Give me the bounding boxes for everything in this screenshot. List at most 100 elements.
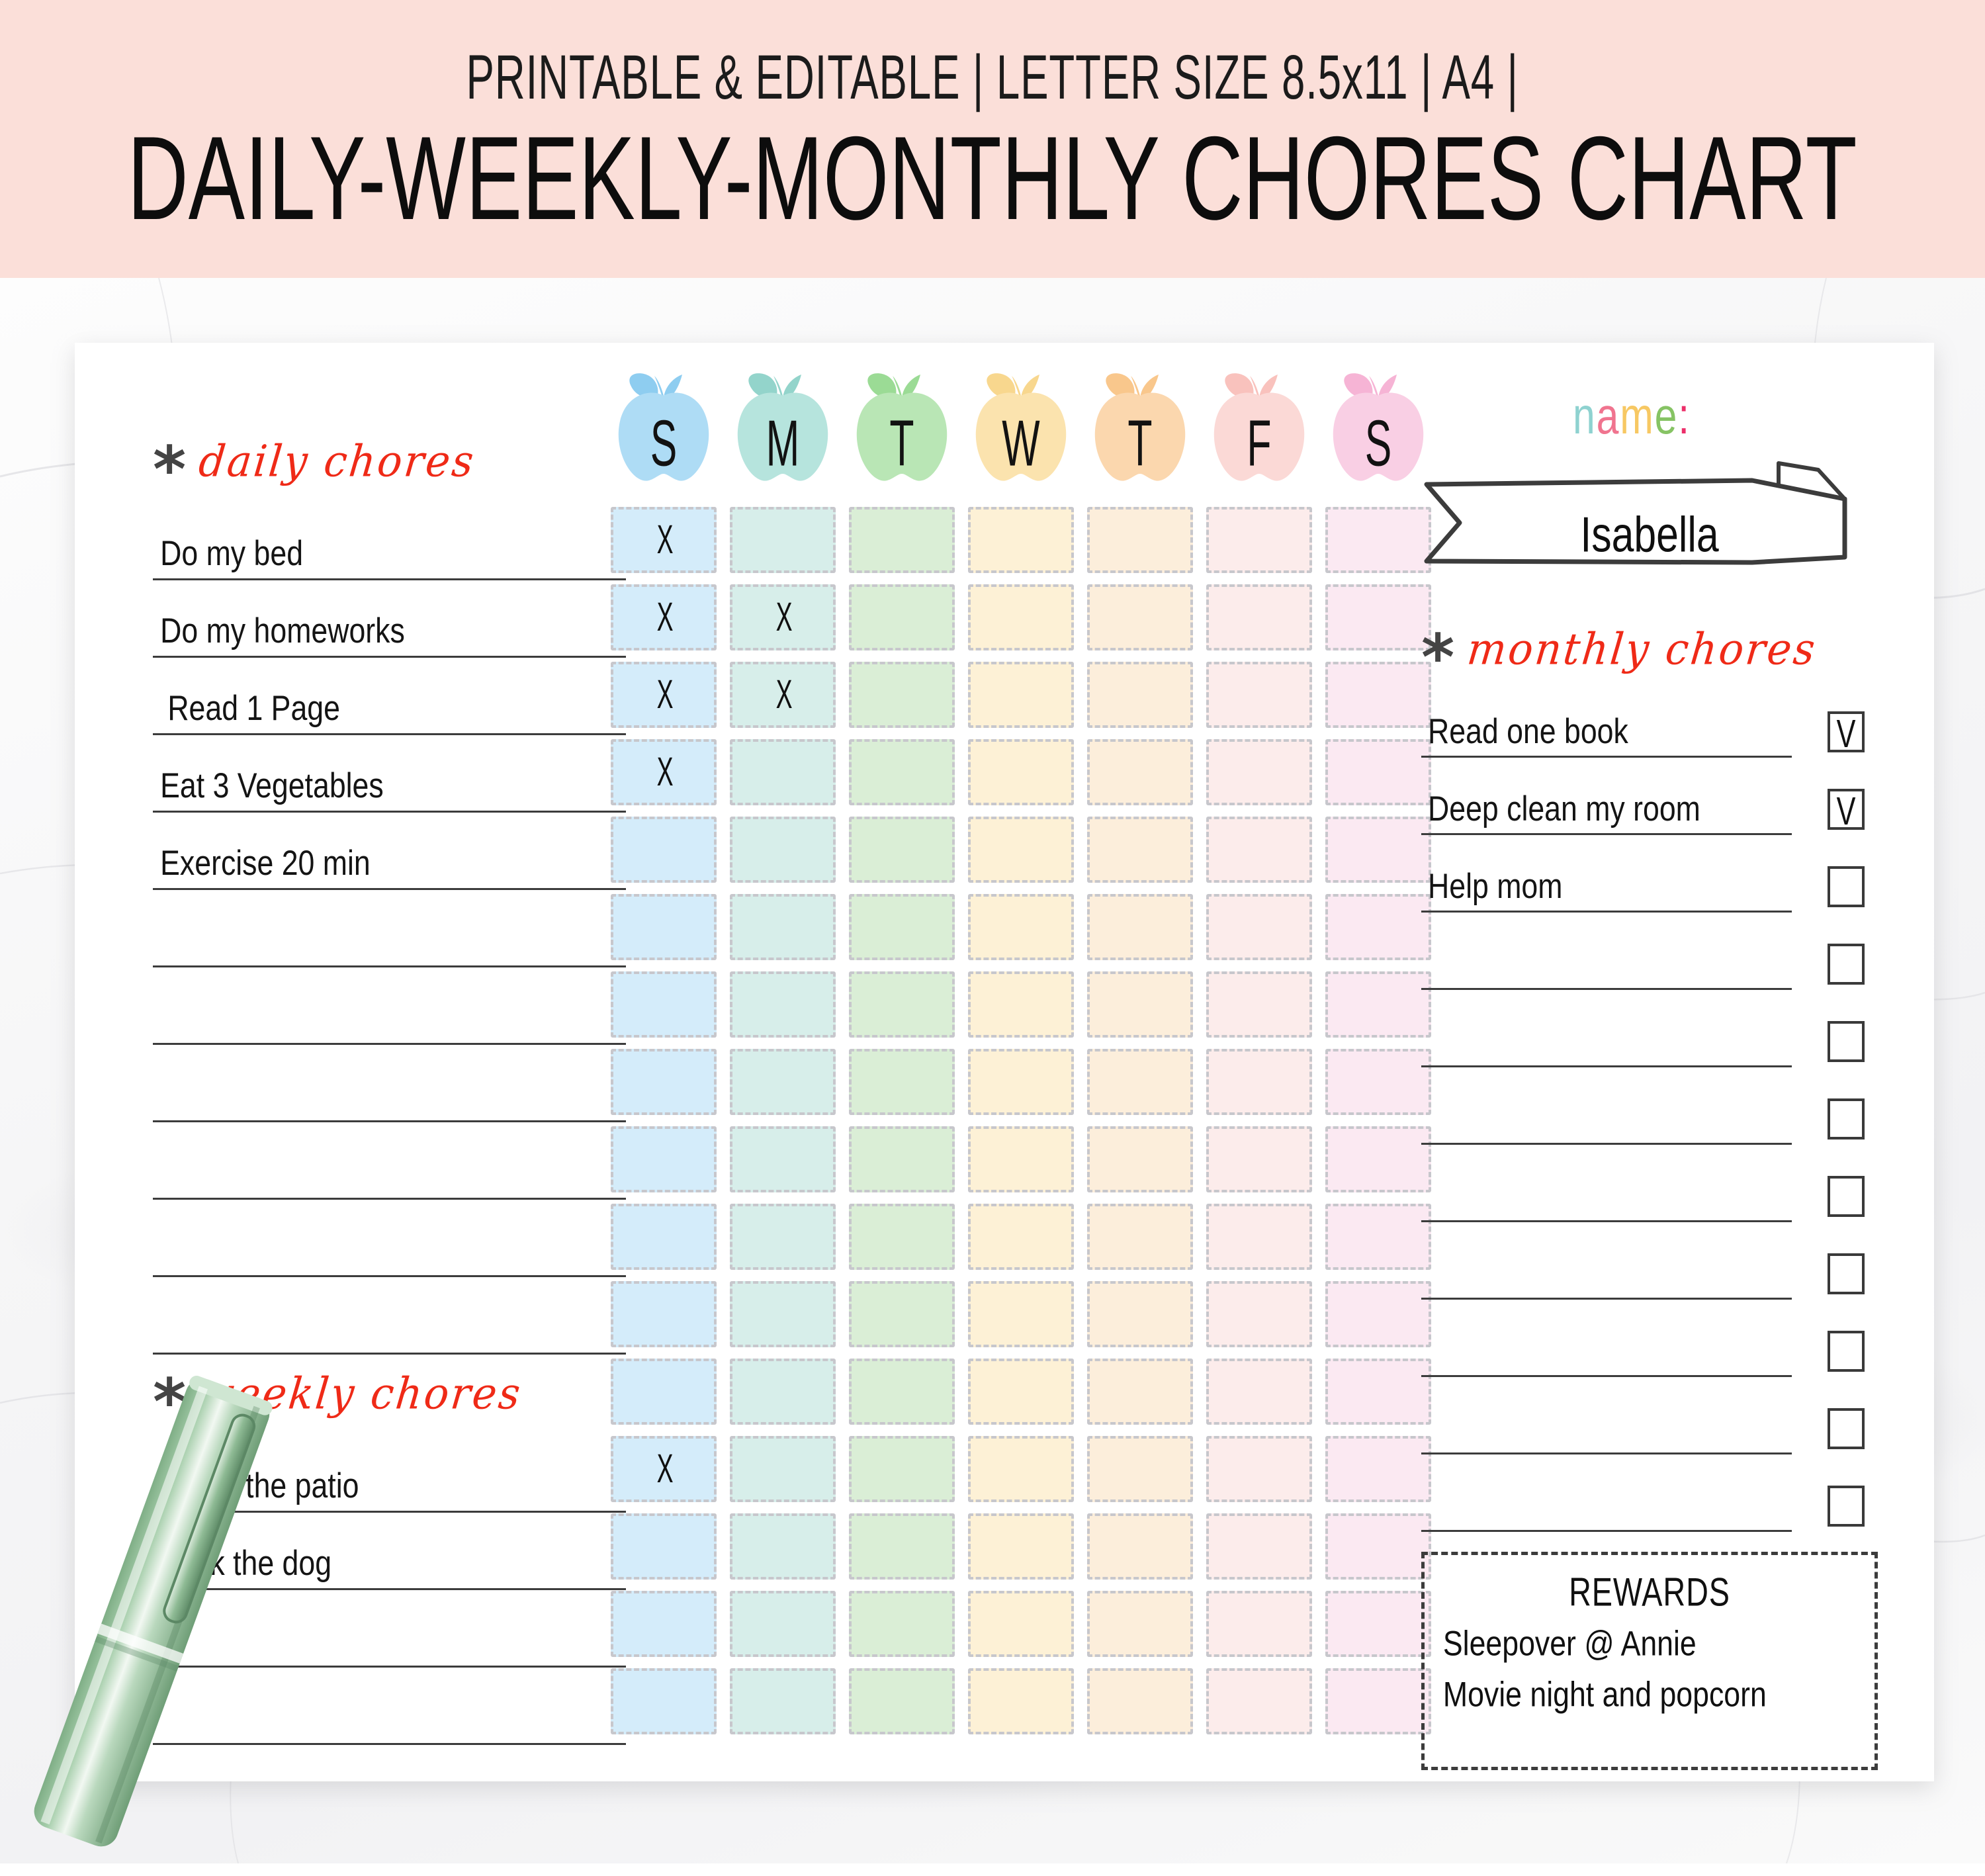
monthly-chore-row[interactable] (1421, 1222, 1891, 1300)
grid-cell-r9-c3[interactable] (849, 1126, 955, 1192)
grid-cell-r2-c2[interactable]: X (730, 584, 836, 650)
grid-cell-r13-c5[interactable] (1087, 1436, 1193, 1502)
daily-chore-row[interactable] (153, 1045, 626, 1122)
grid-cell-r7-c7[interactable] (1325, 971, 1431, 1038)
grid-cell-r15-c1[interactable] (611, 1591, 717, 1657)
grid-cell-r16-c5[interactable] (1087, 1668, 1193, 1734)
monthly-chore-line[interactable] (1421, 913, 1792, 990)
grid-cell-r2-c7[interactable] (1325, 584, 1431, 650)
reward-line[interactable]: Sleepover @ Annie (1425, 1624, 1843, 1664)
grid-cell-r13-c6[interactable] (1206, 1436, 1312, 1502)
monthly-chore-line[interactable]: Help mom (1421, 835, 1792, 913)
grid-cell-r11-c2[interactable] (730, 1281, 836, 1347)
monthly-chore-checkbox[interactable] (1828, 1331, 1865, 1372)
grid-cell-r1-c2[interactable] (730, 507, 836, 573)
grid-cell-r2-c4[interactable] (968, 584, 1074, 650)
grid-cell-r16-c3[interactable] (849, 1668, 955, 1734)
monthly-chore-checkbox[interactable] (1828, 1098, 1865, 1139)
grid-cell-r9-c5[interactable] (1087, 1126, 1193, 1192)
monthly-chore-line[interactable] (1421, 1454, 1792, 1532)
grid-cell-r4-c6[interactable] (1206, 739, 1312, 805)
monthly-chore-row[interactable] (1421, 913, 1891, 990)
grid-cell-r6-c7[interactable] (1325, 894, 1431, 960)
grid-cell-r10-c4[interactable] (968, 1204, 1074, 1270)
grid-cell-r7-c4[interactable] (968, 971, 1074, 1038)
reward-line[interactable]: Movie night and popcorn (1425, 1675, 1843, 1715)
grid-cell-r3-c2[interactable]: X (730, 662, 836, 728)
grid-cell-r13-c3[interactable] (849, 1436, 955, 1502)
grid-cell-r1-c5[interactable] (1087, 507, 1193, 573)
monthly-chore-line[interactable] (1421, 1222, 1792, 1300)
monthly-chore-row[interactable]: Read one book V (1421, 680, 1891, 758)
monthly-chore-row[interactable] (1421, 990, 1891, 1067)
monthly-chore-row[interactable] (1421, 1067, 1891, 1145)
grid-cell-r14-c4[interactable] (968, 1513, 1074, 1580)
grid-cell-r11-c1[interactable] (611, 1281, 717, 1347)
monthly-chore-line[interactable]: Deep clean my room (1421, 758, 1792, 835)
grid-cell-r1-c7[interactable] (1325, 507, 1431, 573)
daily-chore-row[interactable] (153, 1200, 626, 1277)
grid-cell-r4-c4[interactable] (968, 739, 1074, 805)
grid-cell-r9-c7[interactable] (1325, 1126, 1431, 1192)
grid-cell-r12-c1[interactable] (611, 1359, 717, 1425)
grid-cell-r7-c2[interactable] (730, 971, 836, 1038)
monthly-chore-line[interactable] (1421, 990, 1792, 1067)
grid-cell-r2-c1[interactable]: X (611, 584, 717, 650)
grid-cell-r2-c3[interactable] (849, 584, 955, 650)
name-value[interactable]: Isabella (1440, 506, 1860, 563)
daily-chore-row[interactable]: Read 1 Page (153, 658, 626, 735)
daily-chore-row[interactable]: Do my homeworks (153, 580, 626, 658)
grid-cell-r8-c7[interactable] (1325, 1049, 1431, 1115)
grid-cell-r16-c4[interactable] (968, 1668, 1074, 1734)
grid-cell-r8-c5[interactable] (1087, 1049, 1193, 1115)
monthly-chore-row[interactable] (1421, 1377, 1891, 1454)
monthly-chore-checkbox[interactable] (1828, 1176, 1865, 1217)
grid-cell-r10-c3[interactable] (849, 1204, 955, 1270)
monthly-chore-row[interactable] (1421, 1454, 1891, 1532)
grid-cell-r6-c1[interactable] (611, 894, 717, 960)
grid-cell-r9-c2[interactable] (730, 1126, 836, 1192)
monthly-chore-line[interactable] (1421, 1145, 1792, 1222)
grid-cell-r10-c5[interactable] (1087, 1204, 1193, 1270)
grid-cell-r5-c6[interactable] (1206, 817, 1312, 883)
grid-cell-r12-c3[interactable] (849, 1359, 955, 1425)
grid-cell-r10-c2[interactable] (730, 1204, 836, 1270)
grid-cell-r7-c1[interactable] (611, 971, 717, 1038)
monthly-chore-line[interactable] (1421, 1377, 1792, 1454)
grid-cell-r2-c5[interactable] (1087, 584, 1193, 650)
monthly-chore-checkbox[interactable] (1828, 1021, 1865, 1062)
grid-cell-r11-c3[interactable] (849, 1281, 955, 1347)
grid-cell-r15-c5[interactable] (1087, 1591, 1193, 1657)
monthly-chore-checkbox[interactable] (1828, 866, 1865, 907)
grid-cell-r1-c3[interactable] (849, 507, 955, 573)
grid-cell-r10-c7[interactable] (1325, 1204, 1431, 1270)
grid-cell-r11-c4[interactable] (968, 1281, 1074, 1347)
grid-cell-r12-c7[interactable] (1325, 1359, 1431, 1425)
grid-cell-r13-c7[interactable] (1325, 1436, 1431, 1502)
monthly-chore-row[interactable] (1421, 1300, 1891, 1377)
monthly-chore-checkbox[interactable] (1828, 1253, 1865, 1294)
daily-chore-row[interactable] (153, 1277, 626, 1355)
grid-cell-r5-c5[interactable] (1087, 817, 1193, 883)
grid-cell-r12-c4[interactable] (968, 1359, 1074, 1425)
grid-cell-r4-c3[interactable] (849, 739, 955, 805)
grid-cell-r4-c7[interactable] (1325, 739, 1431, 805)
grid-cell-r15-c2[interactable] (730, 1591, 836, 1657)
grid-cell-r5-c4[interactable] (968, 817, 1074, 883)
grid-cell-r3-c7[interactable] (1325, 662, 1431, 728)
grid-cell-r6-c6[interactable] (1206, 894, 1312, 960)
grid-cell-r1-c4[interactable] (968, 507, 1074, 573)
grid-cell-r6-c5[interactable] (1087, 894, 1193, 960)
grid-cell-r13-c2[interactable] (730, 1436, 836, 1502)
grid-cell-r9-c4[interactable] (968, 1126, 1074, 1192)
grid-cell-r7-c3[interactable] (849, 971, 955, 1038)
grid-cell-r4-c2[interactable] (730, 739, 836, 805)
grid-cell-r5-c1[interactable] (611, 817, 717, 883)
daily-chore-row[interactable] (153, 1122, 626, 1200)
grid-cell-r7-c5[interactable] (1087, 971, 1193, 1038)
grid-cell-r6-c2[interactable] (730, 894, 836, 960)
monthly-chore-line[interactable]: Read one book (1421, 680, 1792, 758)
grid-cell-r12-c5[interactable] (1087, 1359, 1193, 1425)
grid-cell-r9-c1[interactable] (611, 1126, 717, 1192)
grid-cell-r16-c1[interactable] (611, 1668, 717, 1734)
